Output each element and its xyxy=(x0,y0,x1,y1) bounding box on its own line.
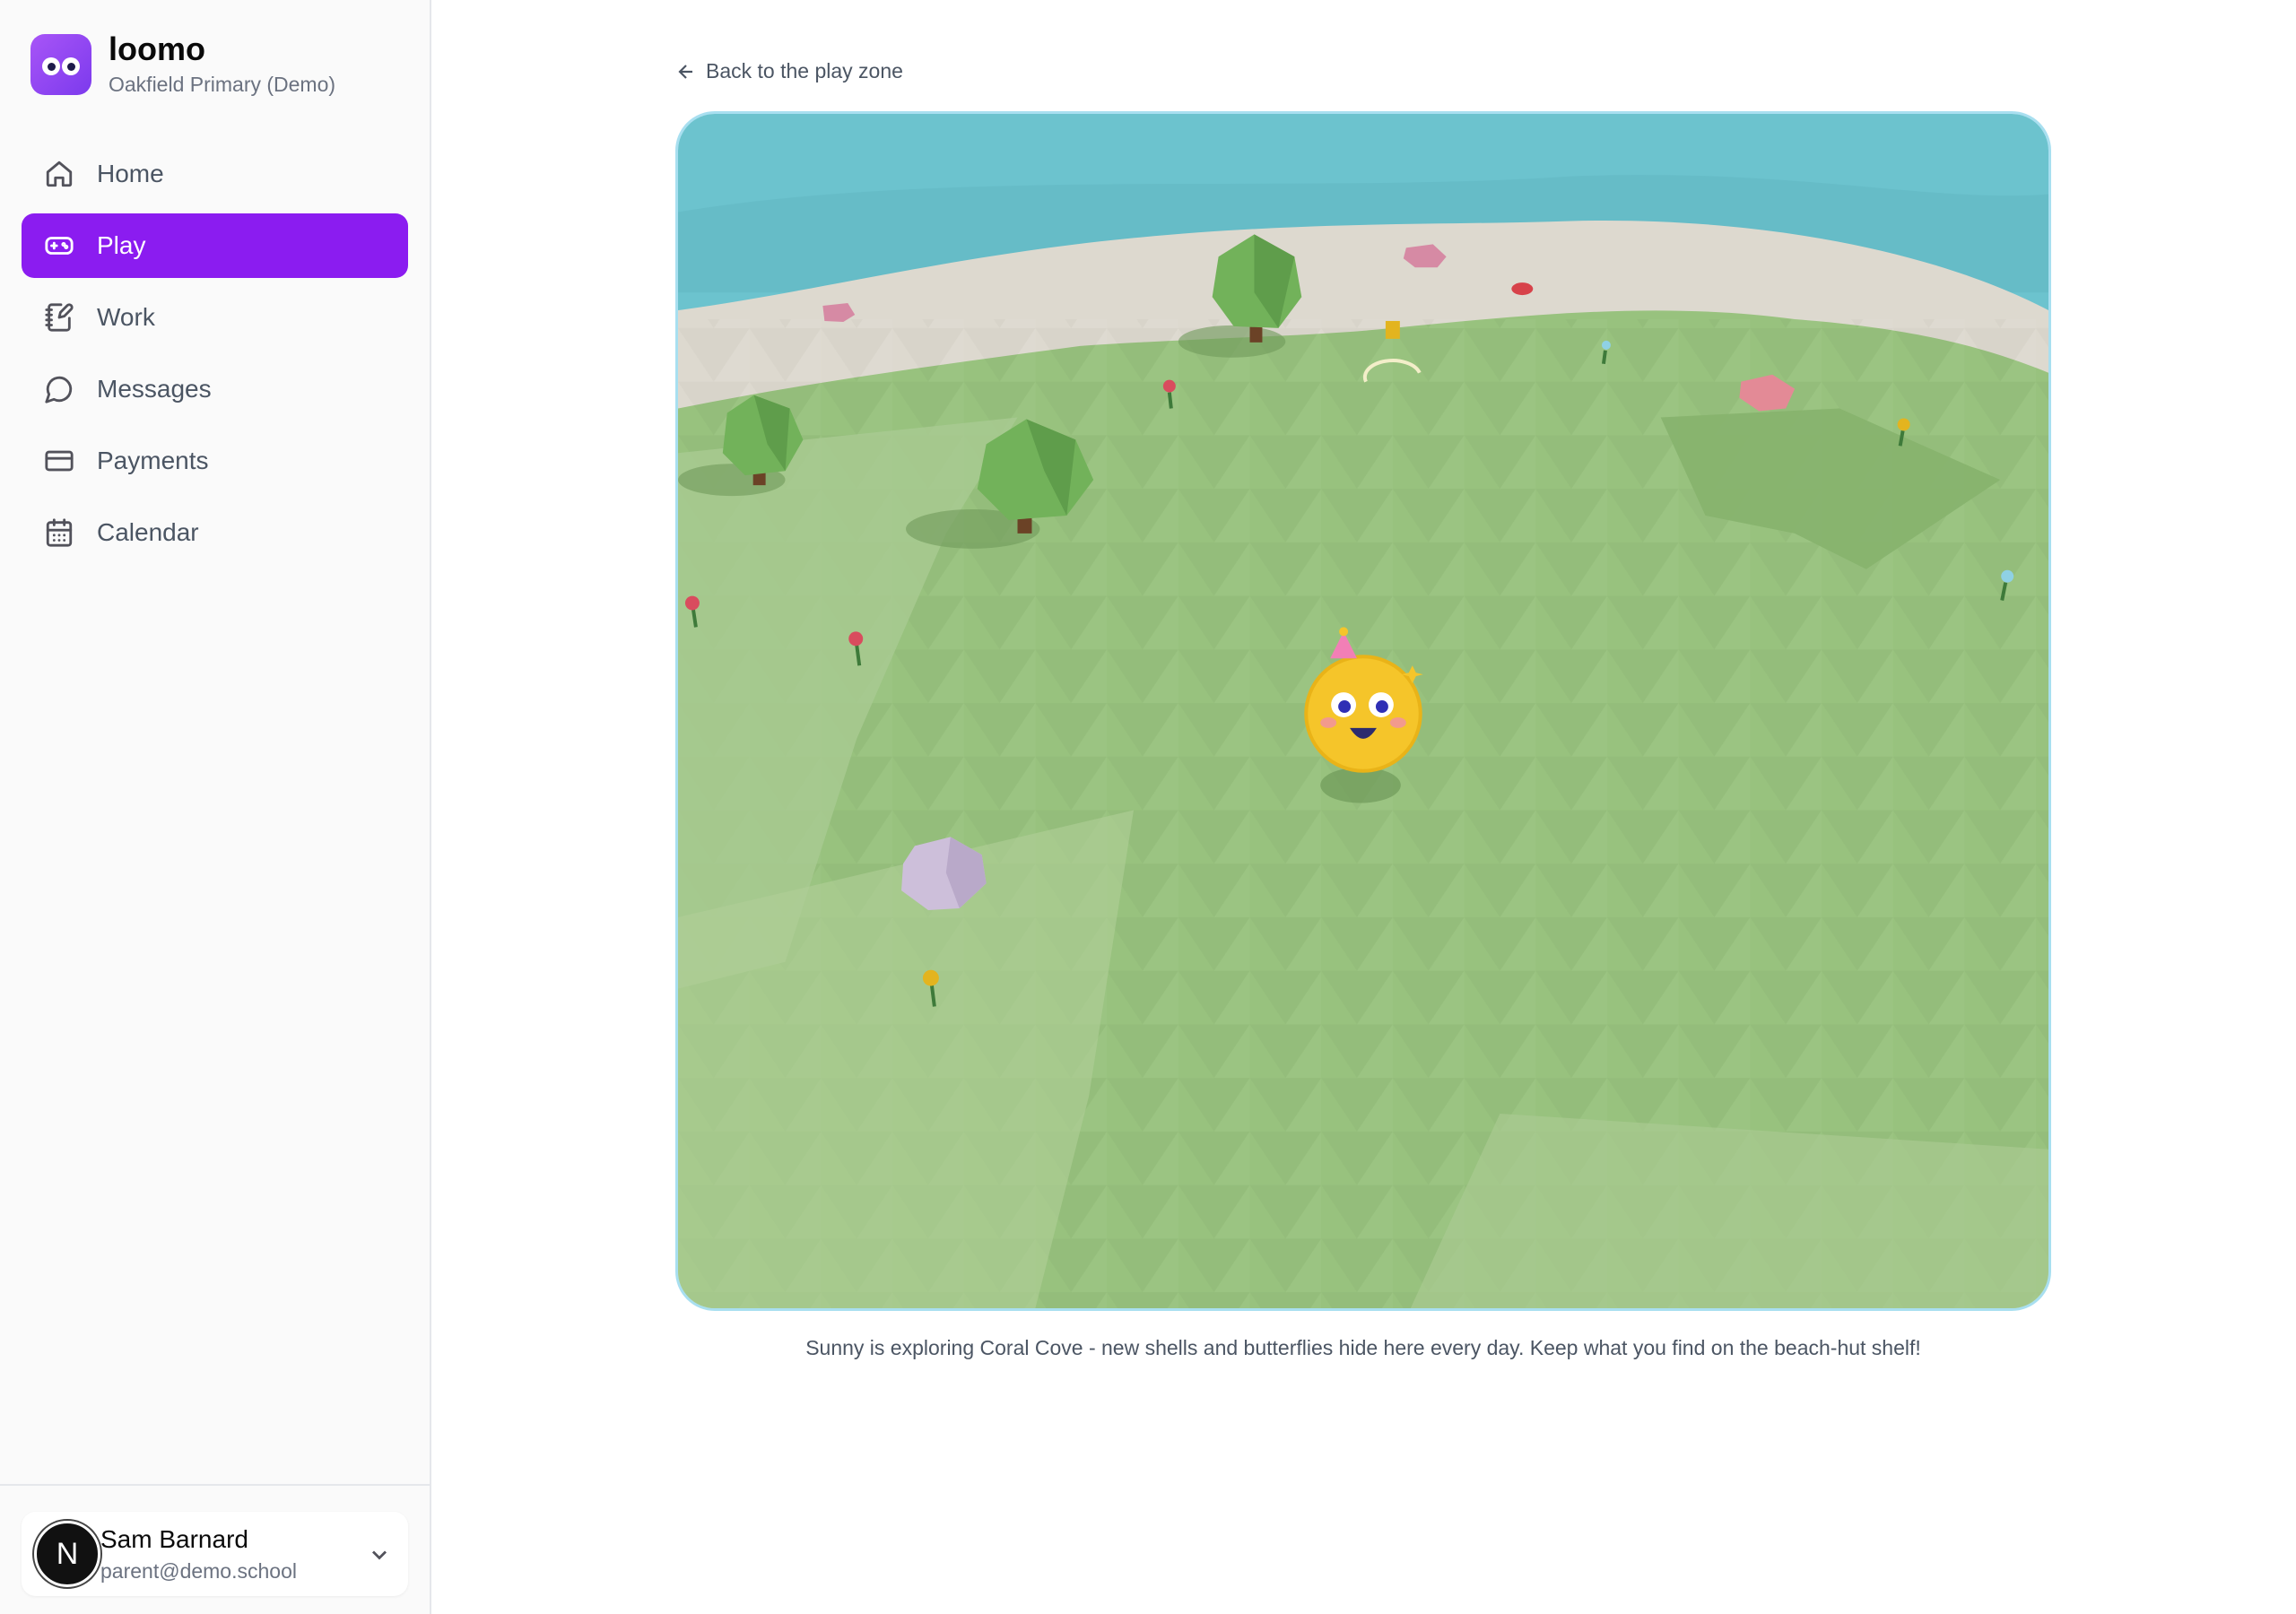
nav-item-label: Payments xyxy=(97,447,209,474)
user-email: parent@demo.school xyxy=(100,1558,297,1583)
gift-icon xyxy=(1385,320,1400,339)
brand-name: loomo xyxy=(109,30,205,67)
nav-item-messages[interactable]: Messages xyxy=(22,357,408,421)
nav-item-calendar[interactable]: Calendar xyxy=(22,500,408,565)
avatar: N xyxy=(34,1521,100,1587)
back-link[interactable]: Back to the play zone xyxy=(675,59,903,83)
nav-item-home[interactable]: Home xyxy=(22,142,408,206)
game-scene[interactable] xyxy=(678,114,2048,1308)
arrow-left-icon xyxy=(678,64,692,79)
game-canvas[interactable] xyxy=(675,111,2051,1311)
notebook-pen-icon xyxy=(43,301,75,334)
crab-icon xyxy=(1511,282,1534,296)
home-icon xyxy=(43,158,75,190)
user-info: Sam Barnard parent@demo.school xyxy=(100,1525,297,1584)
back-label: Back to the play zone xyxy=(706,59,903,82)
nav-item-payments[interactable]: Payments xyxy=(22,429,408,493)
nav-item-label: Play xyxy=(97,231,146,259)
user-name: Sam Barnard xyxy=(100,1524,248,1553)
nav-item-label: Work xyxy=(97,303,155,331)
brand[interactable]: loomo Oakfield Primary (Demo) xyxy=(30,31,335,97)
nav-item-label: Messages xyxy=(97,375,212,403)
school-name: Oakfield Primary (Demo) xyxy=(109,73,336,96)
gamepad-icon xyxy=(43,230,75,262)
nav-item-play[interactable]: Play xyxy=(22,213,408,278)
divider xyxy=(0,1484,430,1486)
credit-card-icon xyxy=(43,445,75,477)
main-nav: Home Play Work Messages Payments Calenda… xyxy=(22,142,408,572)
nav-item-label: Calendar xyxy=(97,518,199,546)
sidebar: loomo Oakfield Primary (Demo) Home Play … xyxy=(0,0,431,1614)
calendar-icon xyxy=(43,516,75,549)
eyes-logo-icon xyxy=(30,33,91,95)
nav-item-label: Home xyxy=(97,160,164,187)
message-circle-icon xyxy=(43,373,75,405)
chevron-down-icon[interactable] xyxy=(367,1542,392,1567)
game-caption: Sunny is exploring Coral Cove - new shel… xyxy=(805,1336,1921,1359)
brand-text: loomo Oakfield Primary (Demo) xyxy=(109,31,335,97)
nav-item-work[interactable]: Work xyxy=(22,285,408,350)
user-menu[interactable]: N Sam Barnard parent@demo.school xyxy=(22,1512,408,1596)
